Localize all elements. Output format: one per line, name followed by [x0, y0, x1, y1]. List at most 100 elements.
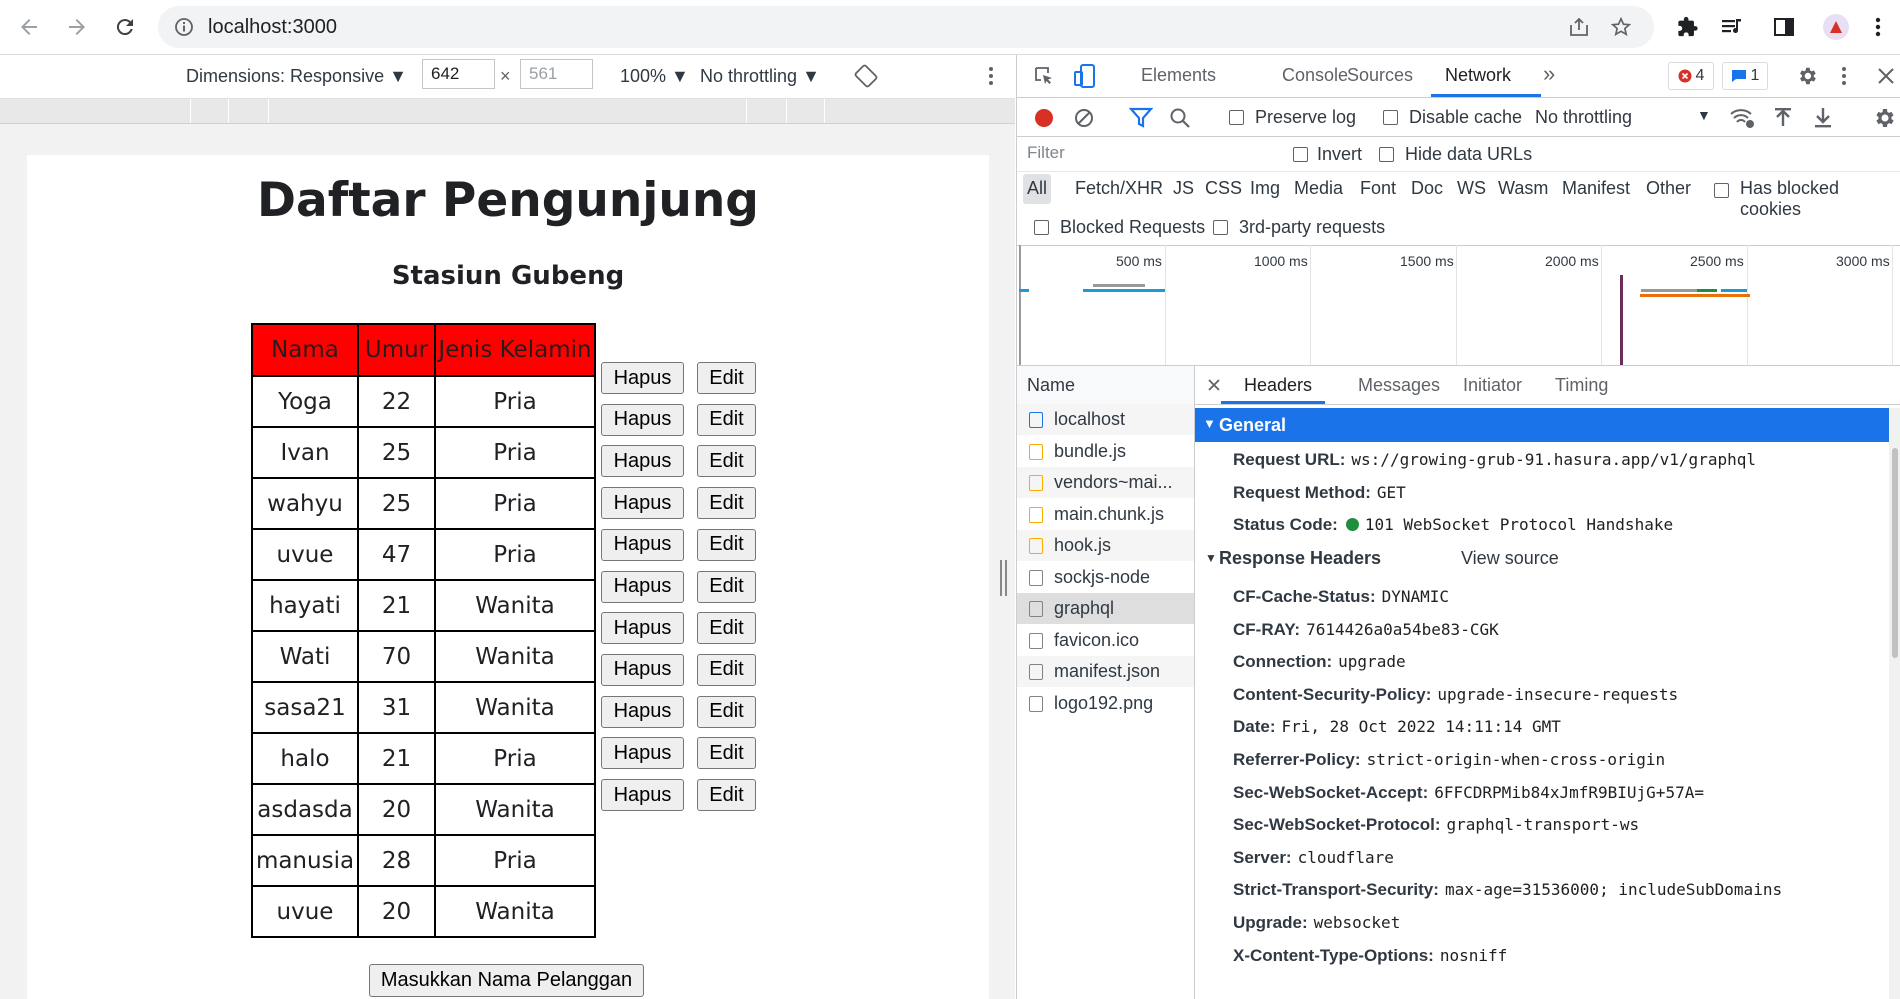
network-throttling-dropdown[interactable]: No throttling	[1535, 107, 1632, 128]
star-icon[interactable]	[1610, 16, 1632, 38]
request-row[interactable]: bundle.js	[1017, 436, 1194, 467]
delete-button[interactable]: Hapus	[601, 487, 684, 520]
edit-button[interactable]: Edit	[697, 487, 756, 520]
info-icon[interactable]	[174, 17, 194, 37]
has-blocked-cookies-checkbox[interactable]	[1714, 183, 1729, 198]
resize-handle[interactable]	[1000, 560, 1007, 596]
share-icon[interactable]	[1568, 17, 1590, 37]
media-query-ruler[interactable]	[0, 99, 1015, 124]
forward-button[interactable]	[58, 8, 96, 46]
edit-button[interactable]: Edit	[697, 445, 756, 478]
type-filter-fetch-xhr[interactable]: Fetch/XHR	[1075, 178, 1163, 199]
type-filter-css[interactable]: CSS	[1205, 178, 1242, 199]
delete-button[interactable]: Hapus	[601, 528, 684, 561]
tab-sources[interactable]: Sources	[1347, 65, 1413, 86]
edit-button[interactable]: Edit	[697, 695, 756, 728]
network-conditions-icon[interactable]	[1729, 106, 1755, 130]
detail-tab-headers[interactable]: Headers	[1244, 375, 1312, 396]
delete-button[interactable]: Hapus	[601, 612, 684, 645]
detail-tab-messages[interactable]: Messages	[1358, 375, 1440, 396]
edit-button[interactable]: Edit	[697, 779, 756, 811]
view-source-link[interactable]: View source	[1461, 548, 1559, 569]
edit-button[interactable]: Edit	[697, 612, 756, 645]
address-bar[interactable]: localhost:3000	[158, 6, 1654, 48]
hide-data-urls-checkbox[interactable]	[1379, 147, 1394, 162]
edit-button[interactable]: Edit	[697, 737, 756, 770]
request-row[interactable]: graphql	[1017, 593, 1194, 624]
third-party-checkbox[interactable]	[1213, 220, 1228, 235]
scroll-thumb[interactable]	[1892, 448, 1898, 658]
delete-button[interactable]: Hapus	[601, 653, 684, 686]
general-section-header[interactable]: ▼ General	[1195, 408, 1889, 442]
export-har-icon[interactable]	[1813, 106, 1833, 130]
edit-button[interactable]: Edit	[697, 653, 756, 686]
more-tabs-button[interactable]: »	[1543, 61, 1555, 87]
request-row[interactable]: hook.js	[1017, 530, 1194, 561]
tab-elements[interactable]: Elements	[1141, 65, 1216, 86]
profile-avatar[interactable]	[1820, 11, 1852, 43]
type-filter-other[interactable]: Other	[1646, 178, 1691, 199]
blocked-requests-checkbox[interactable]	[1034, 220, 1049, 235]
throttling-dropdown[interactable]: No throttling ▼	[700, 66, 820, 87]
delete-button[interactable]: Hapus	[601, 570, 684, 603]
type-filter-wasm[interactable]: Wasm	[1498, 178, 1548, 199]
delete-button[interactable]: Hapus	[601, 403, 684, 436]
chrome-menu-button[interactable]	[1862, 11, 1894, 43]
edit-button[interactable]: Edit	[697, 570, 756, 603]
request-row[interactable]: vendors~mai...	[1017, 467, 1194, 498]
delete-button[interactable]: Hapus	[601, 362, 684, 394]
import-har-icon[interactable]	[1773, 106, 1793, 130]
close-detail-icon[interactable]	[1207, 378, 1221, 392]
request-row[interactable]: localhost	[1017, 404, 1194, 435]
request-row[interactable]: sockjs-node	[1017, 562, 1194, 593]
rotate-icon[interactable]	[854, 64, 878, 88]
device-more-icon[interactable]	[988, 65, 994, 87]
type-filter-media[interactable]: Media	[1294, 178, 1343, 199]
edit-button[interactable]: Edit	[697, 528, 756, 561]
edit-button[interactable]: Edit	[697, 403, 756, 436]
clear-icon[interactable]	[1073, 107, 1095, 129]
request-row[interactable]: favicon.ico	[1017, 625, 1194, 656]
submit-button[interactable]: Masukkan Nama Pelanggan	[369, 964, 644, 997]
media-control-button[interactable]	[1716, 11, 1748, 43]
record-icon[interactable]	[1033, 107, 1055, 129]
zoom-dropdown[interactable]: 100% ▼	[620, 66, 689, 87]
delete-button[interactable]: Hapus	[601, 737, 684, 770]
type-filter-img[interactable]: Img	[1250, 178, 1280, 199]
type-filter-js[interactable]: JS	[1173, 178, 1194, 199]
delete-button[interactable]: Hapus	[601, 779, 684, 811]
type-filter-font[interactable]: Font	[1360, 178, 1396, 199]
request-row[interactable]: logo192.png	[1017, 688, 1194, 719]
height-input[interactable]: 561	[520, 59, 593, 89]
message-badge[interactable]: 1	[1722, 62, 1768, 90]
filter-input[interactable]: Filter	[1021, 140, 1261, 166]
edit-button[interactable]: Edit	[697, 362, 756, 394]
reload-button[interactable]	[106, 8, 144, 46]
type-filter-ws[interactable]: WS	[1457, 178, 1486, 199]
width-input[interactable]: 642	[422, 59, 495, 89]
search-icon[interactable]	[1169, 107, 1191, 129]
detail-tab-timing[interactable]: Timing	[1555, 375, 1608, 396]
devtools-menu-icon[interactable]	[1841, 65, 1847, 87]
detail-scrollbar[interactable]	[1889, 408, 1900, 999]
request-row[interactable]: main.chunk.js	[1017, 499, 1194, 530]
close-devtools-icon[interactable]	[1877, 67, 1895, 85]
request-row[interactable]: manifest.json	[1017, 656, 1194, 687]
settings-gear-icon[interactable]	[1796, 65, 1818, 87]
network-settings-icon[interactable]	[1872, 106, 1896, 130]
error-badge[interactable]: 4	[1668, 62, 1714, 90]
side-panel-button[interactable]	[1768, 11, 1800, 43]
delete-button[interactable]: Hapus	[601, 445, 684, 478]
invert-checkbox[interactable]	[1293, 147, 1308, 162]
network-overview[interactable]: 500 ms 1000 ms 1500 ms 2000 ms 2500 ms 3…	[1017, 245, 1900, 366]
inspect-element-icon[interactable]	[1033, 65, 1055, 87]
request-list-header[interactable]: Name	[1017, 366, 1194, 405]
filter-icon[interactable]	[1129, 107, 1153, 129]
type-filter-manifest[interactable]: Manifest	[1562, 178, 1630, 199]
chevron-down-icon[interactable]: ▼	[1697, 107, 1711, 123]
response-headers-title[interactable]: Response Headers	[1219, 548, 1381, 569]
dimensions-dropdown[interactable]: Dimensions: Responsive ▼	[186, 66, 407, 87]
back-button[interactable]	[10, 8, 48, 46]
detail-tab-initiator[interactable]: Initiator	[1463, 375, 1522, 396]
disable-cache-checkbox[interactable]	[1383, 110, 1398, 125]
